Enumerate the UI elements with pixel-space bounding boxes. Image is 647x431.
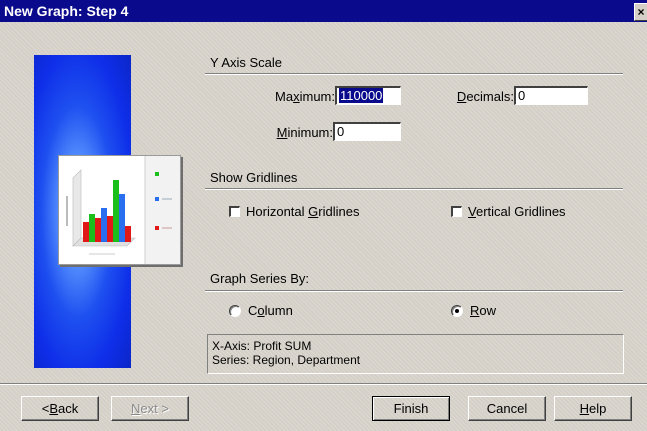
radio-button-selected[interactable] xyxy=(451,304,463,317)
summary-box: X-Axis: Profit SUM Series: Region, Depar… xyxy=(207,334,624,374)
title-bar: New Graph: Step 4 × xyxy=(0,0,647,22)
checkbox-box[interactable] xyxy=(229,206,240,217)
row-radio[interactable]: Row xyxy=(451,303,496,318)
decimals-input[interactable]: 0 xyxy=(514,86,588,105)
y-axis-scale-heading: Y Axis Scale xyxy=(210,55,283,70)
radio-button[interactable] xyxy=(229,304,241,317)
bar-chart-preview-icon xyxy=(58,155,181,265)
gridlines-separator xyxy=(205,188,623,190)
help-button[interactable]: Help xyxy=(554,396,632,421)
button-bar-separator xyxy=(0,383,647,385)
checkbox-box[interactable] xyxy=(451,206,462,217)
minimum-label: Minimum: xyxy=(276,125,333,140)
show-gridlines-heading: Show Gridlines xyxy=(210,170,298,185)
minimum-input[interactable]: 0 xyxy=(333,122,401,141)
window-title: New Graph: Step 4 xyxy=(4,3,129,19)
summary-x-axis: X-Axis: Profit SUM xyxy=(212,339,312,353)
series-separator xyxy=(205,290,623,292)
next-button[interactable]: Next > xyxy=(111,396,189,421)
wizard-window: New Graph: Step 4 × Y Axis Scale Maximum… xyxy=(0,0,647,431)
column-radio[interactable]: Column xyxy=(229,303,293,318)
horizontal-gridlines-checkbox[interactable]: Horizontal Gridlines xyxy=(229,204,359,219)
horizontal-gridlines-label: Horizontal Gridlines xyxy=(246,204,360,219)
vertical-gridlines-label: Vertical Gridlines xyxy=(468,204,566,219)
column-label: Column xyxy=(248,303,293,318)
maximum-input[interactable]: 110000 xyxy=(335,86,401,105)
vertical-gridlines-checkbox[interactable]: Vertical Gridlines xyxy=(451,204,566,219)
cancel-button[interactable]: Cancel xyxy=(468,396,546,421)
maximum-label: Maximum: xyxy=(275,89,335,104)
y-axis-separator xyxy=(205,73,623,75)
graph-series-by-heading: Graph Series By: xyxy=(210,271,309,286)
back-button[interactable]: < Back xyxy=(21,396,99,421)
finish-button[interactable]: Finish xyxy=(372,396,450,421)
decimals-label: Decimals: xyxy=(456,89,514,104)
row-label: Row xyxy=(470,303,497,318)
summary-series: Series: Region, Department xyxy=(212,353,361,367)
close-icon[interactable]: × xyxy=(634,3,647,21)
